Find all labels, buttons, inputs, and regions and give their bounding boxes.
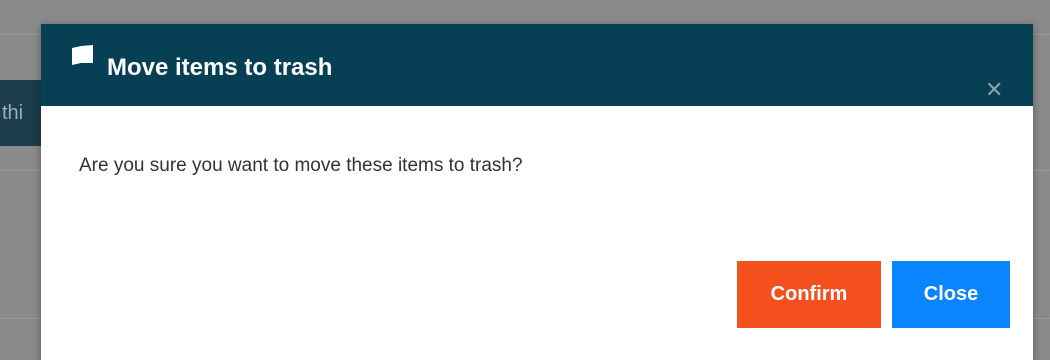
dialog-body: Are you sure you want to move these item… [41,106,1033,216]
confirm-button[interactable]: Confirm [737,261,881,328]
dialog-title: Move items to trash [107,54,333,81]
close-button[interactable]: Close [892,261,1010,328]
confirm-dialog: Move items to trash ✕ Are you sure you w… [41,24,1033,360]
close-icon[interactable]: ✕ [985,79,1009,103]
background-partial-text: thi [2,102,24,124]
dialog-header: Move items to trash ✕ [41,24,1033,106]
flag-icon [69,44,95,66]
confirm-message: Are you sure you want to move these item… [79,155,523,176]
